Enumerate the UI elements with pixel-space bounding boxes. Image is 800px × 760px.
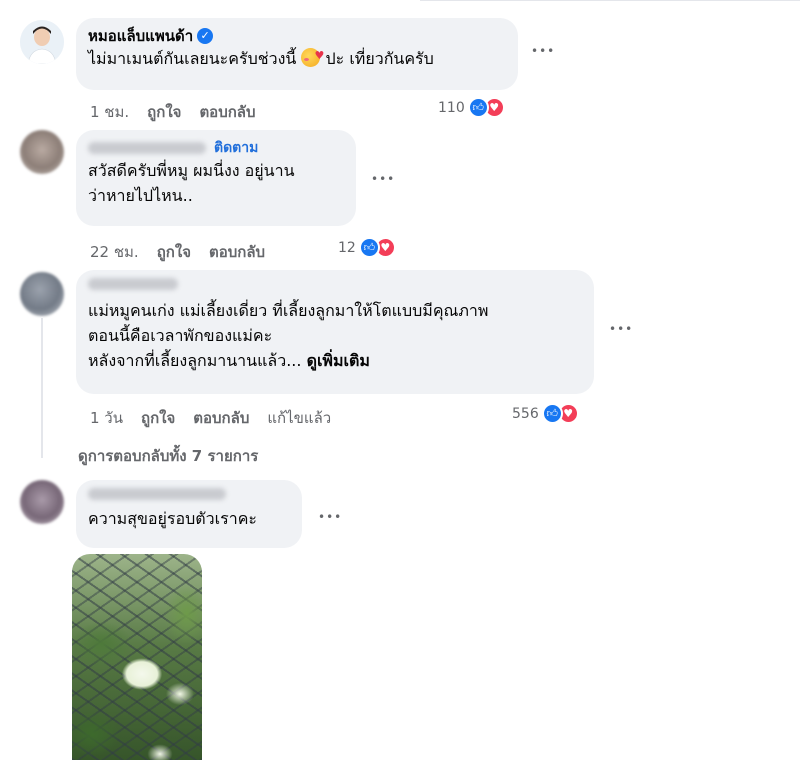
smiling-face-with-hearts-icon xyxy=(301,43,324,68)
attached-photo[interactable] xyxy=(72,554,202,760)
reaction-summary[interactable]: 110 👍︎ ♥ xyxy=(438,97,505,118)
comment-actions: 1 วัน ถูกใจ ตอบกลับ แก้ไขแล้ว xyxy=(90,406,331,430)
comment-time[interactable]: 22 ชม. xyxy=(90,240,139,264)
comment-text: ไม่มาเมนต์กันเลยนะครับช่วงนี้ ปะ เที่ยวก… xyxy=(88,43,506,71)
avatar[interactable] xyxy=(20,130,64,174)
profile-photo xyxy=(20,20,64,64)
author-name-redacted[interactable] xyxy=(88,142,206,154)
comment-text-line: หลังจากที่เลี้ยงลูกมานานแล้ว... ดูเพิ่มเ… xyxy=(88,348,582,373)
reaction-summary[interactable]: 556 👍︎ ♥ xyxy=(512,403,579,424)
comment-bubble: ความสุขอยู่รอบตัวเราคะ xyxy=(76,480,302,548)
reaction-count: 110 xyxy=(438,99,465,116)
reply-button[interactable]: ตอบกลับ xyxy=(193,406,249,430)
comment-time[interactable]: 1 วัน xyxy=(90,406,123,430)
view-replies-link[interactable]: ดูการตอบกลับทั้ง 7 รายการ xyxy=(78,444,258,468)
thumbs-up-icon: 👍︎ xyxy=(467,97,489,118)
comment-text-line: ว่าหายไปไหน.. xyxy=(88,186,193,205)
comment-actions: 1 ชม. ถูกใจ ตอบกลับ xyxy=(90,100,256,124)
thread-line xyxy=(41,318,43,458)
thumbs-up-icon: 👍︎ xyxy=(358,237,380,258)
comment-author[interactable]: หมอแล็บแพนด้า ✓ xyxy=(88,26,506,46)
comment-bubble: แม่หมูคนเก่ง แม่เลี้ยงเดี่ยว ที่เลี้ยงลู… xyxy=(76,270,594,394)
comment-bubble: ติดตาม สวัสดีครับพี่หมู ผมนี่งง อยู่นาน … xyxy=(76,130,356,226)
reply-button[interactable]: ตอบกลับ xyxy=(199,100,255,124)
comment-text-part: หลังจากที่เลี้ยงลูกมานานแล้ว... xyxy=(88,351,302,370)
avatar[interactable] xyxy=(20,480,64,524)
like-button[interactable]: ถูกใจ xyxy=(147,100,181,124)
reaction-summary[interactable]: 12 👍︎ ♥ xyxy=(338,237,396,258)
reply-button[interactable]: ตอบกลับ xyxy=(209,240,265,264)
author-name-redacted[interactable] xyxy=(88,278,178,290)
comment-text-line: แม่หมูคนเก่ง แม่เลี้ยงเดี่ยว ที่เลี้ยงลู… xyxy=(88,301,489,320)
comment-text-line: ตอนนี้คือเวลาพักของแม่คะ xyxy=(88,326,273,345)
avatar[interactable] xyxy=(20,272,64,316)
follow-button[interactable]: ติดตาม xyxy=(214,138,258,158)
comment-bubble: หมอแล็บแพนด้า ✓ ไม่มาเมนต์กันเลยนะครับช่… xyxy=(76,18,518,90)
edited-label: แก้ไขแล้ว xyxy=(267,409,332,427)
divider xyxy=(420,0,800,1)
more-options-button[interactable]: ••• xyxy=(531,44,555,58)
like-button[interactable]: ถูกใจ xyxy=(157,240,191,264)
author-name[interactable]: หมอแล็บแพนด้า xyxy=(88,26,193,46)
comment-author[interactable] xyxy=(88,488,290,500)
thumbs-up-icon: 👍︎ xyxy=(541,403,563,424)
more-options-button[interactable]: ••• xyxy=(609,322,633,336)
more-options-button[interactable]: ••• xyxy=(371,172,395,186)
comment-time[interactable]: 1 ชม. xyxy=(90,100,129,124)
comment-text-part: ไม่มาเมนต์กันเลยนะครับช่วงนี้ xyxy=(88,49,302,68)
comment-text-line: สวัสดีครับพี่หมู ผมนี่งง อยู่นาน xyxy=(88,161,295,180)
verified-badge-icon: ✓ xyxy=(197,28,214,44)
comment-author[interactable] xyxy=(88,278,582,290)
see-more-link[interactable]: ดูเพิ่มเติม xyxy=(307,351,370,370)
reaction-count: 12 xyxy=(338,239,356,256)
comment-text-part: ปะ เที่ยวกันครับ xyxy=(320,49,434,68)
author-name-redacted[interactable] xyxy=(88,488,226,500)
comment-author[interactable]: ติดตาม xyxy=(88,138,344,158)
like-button[interactable]: ถูกใจ xyxy=(141,406,175,430)
comment-text: ความสุขอยู่รอบตัวเราคะ xyxy=(88,509,257,528)
avatar[interactable] xyxy=(20,20,64,64)
more-options-button[interactable]: ••• xyxy=(318,510,342,524)
comment-actions: 22 ชม. ถูกใจ ตอบกลับ xyxy=(90,240,265,264)
reaction-count: 556 xyxy=(512,405,539,422)
